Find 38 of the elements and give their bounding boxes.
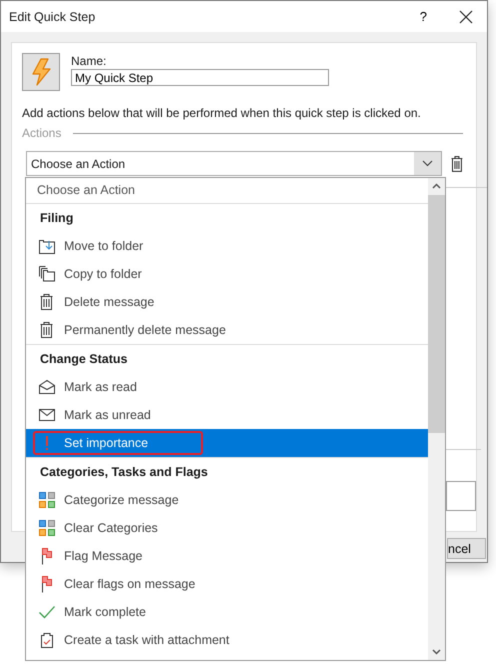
- list-item[interactable]: Choose an Action: [26, 178, 428, 203]
- scrollbar-thumb[interactable]: [428, 195, 445, 433]
- list-item[interactable]: Copy to folder: [26, 260, 428, 288]
- group-heading: Categories, Tasks and Flags: [39, 464, 209, 481]
- lightning-icon: [22, 53, 60, 91]
- list-item[interactable]: Mark complete: [26, 598, 428, 626]
- trash-icon[interactable]: [451, 156, 463, 172]
- action-dropdown[interactable]: Choose an Action: [26, 151, 442, 176]
- list-item[interactable]: Mark as unread: [26, 401, 428, 429]
- help-button[interactable]: ?: [420, 9, 427, 24]
- clipboard-icon: [38, 631, 56, 649]
- list-item[interactable]: Categorize message: [26, 486, 428, 514]
- group-heading: Change Status: [39, 351, 129, 368]
- list-item[interactable]: Clear flags on message: [26, 570, 428, 598]
- open-envelope-icon: [38, 378, 56, 396]
- list-item[interactable]: Flag Message: [26, 542, 428, 570]
- description-text: Add actions below that will be performed when this quick step is clicked on.: [22, 105, 422, 121]
- list-item[interactable]: Create a task with attachment: [26, 626, 428, 654]
- group-heading: Filing: [39, 210, 74, 227]
- list-item[interactable]: Set importance: [26, 429, 428, 457]
- folder-arrow-icon: [38, 237, 56, 255]
- list-item[interactable]: Move to folder: [26, 232, 428, 260]
- category-squares-icon: [38, 519, 56, 537]
- chevron-down-icon[interactable]: [414, 152, 442, 175]
- window-title: Edit Quick Step: [9, 10, 96, 24]
- name-label: Name:: [71, 55, 108, 68]
- actions-legend: Actions: [22, 126, 62, 140]
- list-item[interactable]: Mark as read: [26, 373, 428, 401]
- close-icon[interactable]: [459, 10, 473, 24]
- text-field[interactable]: [446, 481, 476, 511]
- list-item[interactable]: Permanently delete message: [26, 316, 428, 344]
- list-item[interactable]: Delete message: [26, 288, 428, 316]
- envelope-icon: [38, 406, 56, 424]
- cancel-button[interactable]: ncel: [447, 538, 486, 559]
- name-field[interactable]: My Quick Step: [71, 69, 329, 86]
- list-item[interactable]: Clear Categories: [26, 514, 428, 542]
- category-squares-icon: [38, 491, 56, 509]
- copy-folder-icon: [38, 265, 56, 283]
